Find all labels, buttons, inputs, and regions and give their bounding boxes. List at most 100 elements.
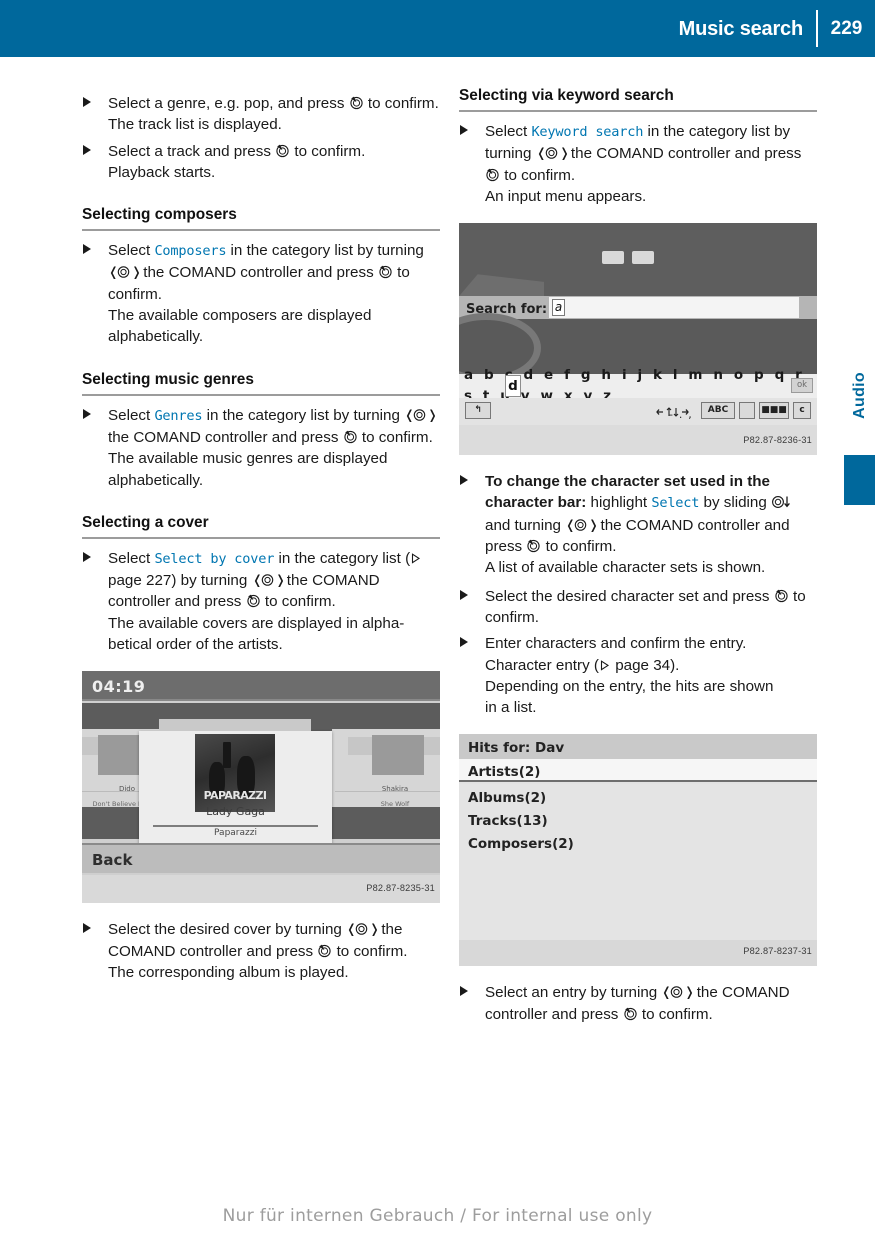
- comand-press-icon: [246, 593, 261, 608]
- hits-row-label[interactable]: Albums(2): [468, 788, 546, 809]
- svg-text:❬: ❬: [108, 266, 119, 280]
- step-text: Select the desired cover by turning: [108, 921, 342, 939]
- figure-cover-flow: 04:19 Dido Don't Believe In Love Shakira…: [82, 671, 440, 904]
- step-result: A list of available character sets is sh…: [485, 559, 766, 577]
- page-title: Music search: [678, 17, 804, 40]
- page-header: Music search 229: [0, 0, 875, 57]
- svg-text:❭: ❭: [684, 986, 692, 1000]
- svg-text:❬: ❬: [404, 408, 415, 422]
- comand-slide-down-icon: [771, 494, 793, 509]
- function-bar: ↰ - . , ABC ■■■ c: [459, 398, 817, 426]
- step-text: in the category list (: [278, 549, 411, 567]
- hits-list-body: Albums(2) Tracks(13) Composers(2): [459, 784, 817, 941]
- step-text: Select: [108, 406, 151, 424]
- step-select-keyword-search: Select Keyword search in the category li…: [459, 121, 817, 207]
- comand-turn-icon: ❬❭: [565, 517, 596, 532]
- arrow-cluster-icon[interactable]: [655, 405, 695, 419]
- heading-selecting-a-cover: Selecting a cover: [82, 513, 440, 539]
- comand-press-icon: [378, 264, 393, 279]
- step-text-end: to confirm.: [545, 538, 617, 556]
- space-button[interactable]: [739, 402, 755, 420]
- comand-press-icon: [485, 167, 500, 182]
- heading-selecting-music-genres: Selecting music genres: [82, 370, 440, 396]
- step-result-line2: betical order of the artists.: [108, 636, 283, 654]
- comand-press-icon: [343, 429, 358, 444]
- comand-turn-icon: ❬❭: [661, 984, 692, 1000]
- hits-row-label[interactable]: Tracks(13): [468, 811, 548, 832]
- cover-flow-screenshot: 04:19 Dido Don't Believe In Love Shakira…: [82, 671, 440, 904]
- svg-text:❬: ❬: [565, 518, 576, 532]
- comand-press-icon: [774, 588, 789, 603]
- step-text: Select a genre, e.g. pop, and press: [108, 95, 345, 112]
- display-text-composers: Composers: [154, 243, 227, 260]
- playback-time: 04:19: [92, 677, 146, 697]
- character-bar-selection[interactable]: d: [505, 375, 521, 398]
- step-bullet-icon: [83, 97, 91, 107]
- step-bullet-icon: [83, 244, 91, 255]
- step-text: highlight: [590, 494, 648, 512]
- search-input-cursor: a: [552, 299, 565, 317]
- map-icon-a: [602, 251, 624, 265]
- step-select-genres: Select Genres in the category list by tu…: [82, 405, 440, 491]
- comand-press-icon: [349, 95, 364, 110]
- step-text: in the category list by turning: [206, 406, 400, 424]
- back-arrow-icon[interactable]: ↰: [465, 402, 491, 420]
- comand-press-icon: [317, 943, 332, 958]
- comand-turn-icon: ❬❭: [536, 145, 567, 161]
- svg-text:❬: ❬: [536, 147, 547, 161]
- comand-press-icon: [275, 143, 290, 158]
- step-text-end: to confirm.: [336, 942, 408, 960]
- step-bullet-icon: [83, 923, 91, 934]
- cover-flow-back-bar[interactable]: Back: [82, 843, 440, 874]
- cover-item-right[interactable]: Shakira She Wolf: [332, 729, 440, 808]
- step-text: the COMAND controller and press: [570, 145, 802, 163]
- cover-item-selected[interactable]: PAPARAZZI Lady Gaga Paparazzi: [139, 719, 332, 850]
- step-result: An input menu appears.: [485, 187, 647, 205]
- step-select-by-cover: Select Select by cover in the category l…: [82, 548, 440, 655]
- map-road-shape: [459, 274, 544, 297]
- display-text-select-by-cover: Select by cover: [154, 550, 275, 567]
- figure-caption: P82.87-8237-31: [743, 946, 812, 957]
- input-menu-screenshot: Search for: a a b c d e f g h i j k l m …: [459, 223, 817, 456]
- step-bullet-icon: [83, 144, 91, 155]
- step-text-end: to confirm.: [641, 1005, 713, 1023]
- right-column: Selecting via keyword search Select Keyw…: [459, 86, 817, 1025]
- cross-reference-icon: [410, 552, 422, 565]
- hits-row-label[interactable]: Composers(2): [468, 834, 574, 855]
- step-bullet-icon: [460, 125, 468, 135]
- step-select-entry: Select an entry by turning ❬❭ the COMAND…: [459, 982, 817, 1025]
- step-text: Select a track and press: [108, 142, 271, 160]
- ok-button[interactable]: ok: [791, 378, 813, 394]
- charset-abc-button[interactable]: ABC: [701, 402, 735, 420]
- step-text: Select an entry by turning: [485, 984, 658, 1002]
- search-input[interactable]: a: [549, 297, 799, 319]
- side-tab-label-audio: Audio: [851, 372, 868, 419]
- display-text-genres: Genres: [154, 407, 203, 424]
- svg-text:❬: ❬: [252, 574, 263, 588]
- character-bar[interactable]: a b c d e f g h i j k l m n o p q r s t …: [459, 367, 817, 404]
- step-text: the COMAND controller and press: [143, 264, 374, 282]
- step-text-end: to confirm.: [504, 166, 576, 184]
- step-text: page 227) by turning: [108, 572, 248, 590]
- charset-symbol-button[interactable]: ■■■: [759, 402, 789, 420]
- step-text: Select: [108, 242, 151, 260]
- svg-text:❭: ❭: [369, 923, 377, 937]
- heading-selecting-composers: Selecting composers: [82, 205, 440, 232]
- step-bullet-icon: [83, 408, 91, 419]
- cover-item-right-art: [372, 735, 424, 776]
- hits-list-row-selected[interactable]: Artists(2): [459, 759, 817, 783]
- step-text: Enter characters and confirm the entry.: [485, 635, 747, 653]
- comand-turn-icon: ❬❭: [346, 921, 377, 937]
- comand-turn-icon: ❬❭: [108, 264, 139, 280]
- svg-text:❭: ❭: [588, 518, 596, 532]
- svg-text:❬: ❬: [346, 923, 357, 937]
- map-background-top: [459, 223, 817, 297]
- footer-watermark: Nur für internen Gebrauch / For internal…: [222, 1206, 653, 1226]
- figure-input-menu: Search for: a a b c d e f g h i j k l m …: [459, 223, 817, 456]
- figure-hits-list: Hits for: Dav Artists(2) Albums(2) Track…: [459, 734, 817, 967]
- back-button[interactable]: Back: [92, 850, 132, 871]
- svg-text:❭: ❭: [427, 408, 435, 422]
- svg-text:❭: ❭: [275, 574, 283, 588]
- clear-button[interactable]: c: [793, 402, 811, 420]
- cover-flow-top-bar: 04:19: [82, 671, 440, 702]
